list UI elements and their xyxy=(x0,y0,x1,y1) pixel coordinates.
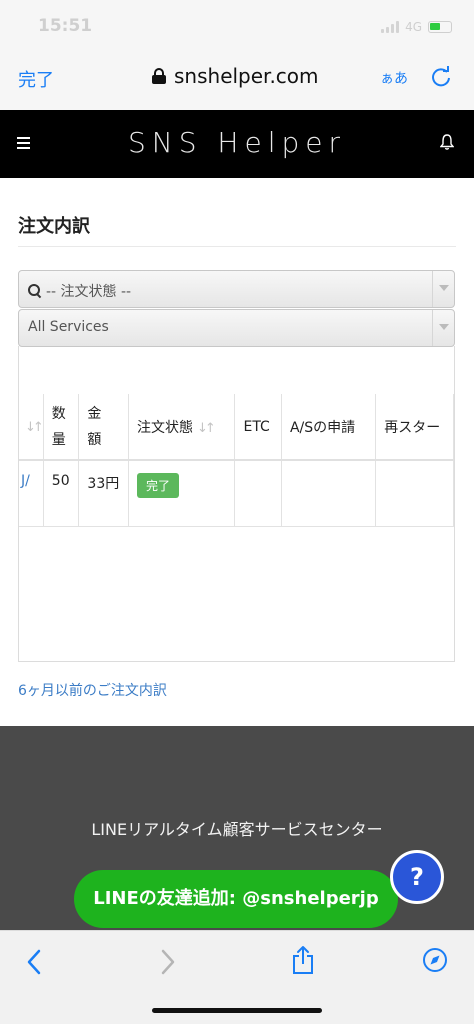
help-button[interactable]: ? xyxy=(390,850,444,904)
back-icon[interactable] xyxy=(26,949,42,975)
column-header-quantity[interactable]: 数量 xyxy=(43,394,80,461)
row-link-cell[interactable]: J/ xyxy=(19,460,44,527)
chevron-down-icon xyxy=(432,271,454,307)
text-size-button[interactable]: ぁあ xyxy=(380,68,408,88)
done-button[interactable]: 完了 xyxy=(18,66,54,92)
sort-icon: ↓↑ xyxy=(197,420,216,436)
forward-icon[interactable] xyxy=(160,949,176,975)
table-row: J/ 50 33円 完了 xyxy=(19,460,454,527)
lock-icon xyxy=(152,68,166,84)
service-select[interactable]: All Services xyxy=(18,309,455,347)
url-text: snshelper.com xyxy=(174,64,319,88)
column-header-restart[interactable]: 再スター xyxy=(375,394,454,461)
site-title[interactable]: SNS Helper xyxy=(0,126,474,159)
row-amount: 33円 xyxy=(78,460,130,527)
safari-nav-bar: 完了 snshelper.com ぁあ xyxy=(0,56,474,102)
status-indicators: 4G xyxy=(381,20,452,34)
orders-table-container[interactable]: ↓↑ 数量 金額 注文状態 ↓↑ ETC A/Sの申請 再スター J/ 50 33… xyxy=(18,346,455,662)
status-badge: 完了 xyxy=(137,473,180,498)
column-header-as-request[interactable]: A/Sの申請 xyxy=(281,394,377,461)
row-etc xyxy=(234,460,282,527)
row-restart xyxy=(375,460,454,527)
share-icon[interactable] xyxy=(290,945,316,975)
chevron-down-icon xyxy=(432,310,454,346)
sort-icon: ↓↑ xyxy=(25,419,44,435)
support-center-text: LINEリアルタイム顧客サービスセンター xyxy=(91,820,383,839)
compass-icon[interactable] xyxy=(422,947,448,973)
safari-top-bar: 15:51 4G 完了 snshelper.com ぁあ xyxy=(0,0,474,110)
column-header-order-status[interactable]: 注文状態 ↓↑ xyxy=(128,394,236,461)
column-header-amount[interactable]: 金額 xyxy=(78,394,130,461)
site-footer: LINEリアルタイム顧客サービスセンター LINEの友達追加: @snshelp… xyxy=(0,726,474,936)
column-header-link-partial[interactable]: ↓↑ xyxy=(19,394,44,461)
service-select-value: All Services xyxy=(28,319,109,335)
bell-icon[interactable] xyxy=(440,134,454,150)
search-icon xyxy=(28,284,42,298)
row-quantity: 50 xyxy=(43,460,80,527)
line-add-friend-button[interactable]: LINEの友達追加: @snshelperjp xyxy=(74,870,398,928)
battery-icon xyxy=(428,21,452,33)
row-status-cell: 完了 xyxy=(128,460,236,527)
row-as-request xyxy=(281,460,377,527)
site-header: SNS Helper xyxy=(0,110,474,178)
order-status-select[interactable]: -- 注文状態 -- xyxy=(18,270,455,308)
page-title: 注文内訳 xyxy=(18,216,90,237)
older-orders-link[interactable]: 6ヶ月以前のご注文内訳 xyxy=(18,680,167,700)
reload-icon[interactable] xyxy=(430,66,452,88)
title-divider xyxy=(18,246,456,247)
address-bar[interactable]: snshelper.com xyxy=(152,64,319,88)
status-bar: 15:51 4G xyxy=(0,0,474,48)
column-header-etc[interactable]: ETC xyxy=(234,394,282,461)
table-header-row: ↓↑ 数量 金額 注文状態 ↓↑ ETC A/Sの申請 再スター xyxy=(19,394,454,461)
orders-table: ↓↑ 数量 金額 注文状態 ↓↑ ETC A/Sの申請 再スター J/ 50 33… xyxy=(19,394,454,527)
status-time: 15:51 xyxy=(38,16,93,36)
network-label: 4G xyxy=(405,20,422,34)
signal-icon xyxy=(381,21,400,33)
home-indicator xyxy=(152,1008,322,1013)
order-status-select-value: -- 注文状態 -- xyxy=(46,284,132,300)
